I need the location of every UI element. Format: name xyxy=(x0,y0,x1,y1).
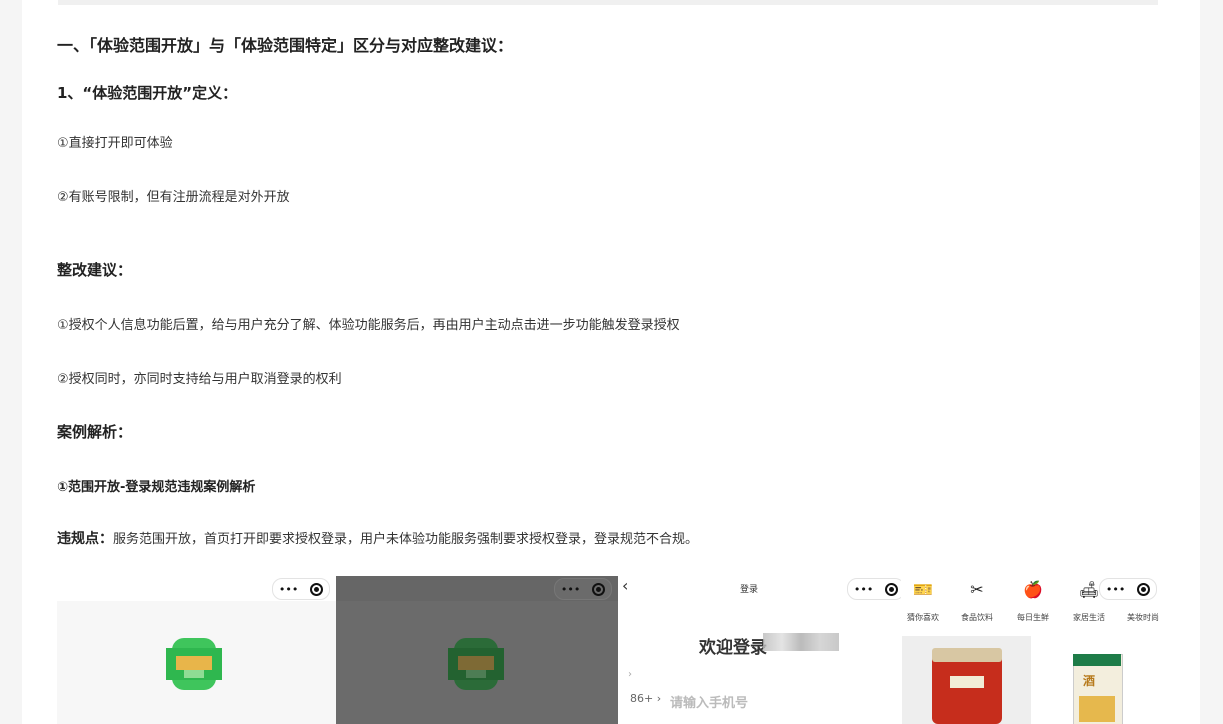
more-icon[interactable]: ••• xyxy=(1106,583,1125,596)
article-page: 一、「体验范围开放」与「体验范围特定」区分与对应整改建议： 1、“体验范围开放”… xyxy=(22,0,1200,724)
screen-splash: ••• xyxy=(57,576,336,724)
suggestion-item-1: ①授权个人信息功能后置，给与用户充分了解、体验功能服务后，再由用户主动点击进一步… xyxy=(57,318,680,333)
phone-input[interactable]: 请输入手机号 xyxy=(670,692,748,711)
more-icon[interactable]: ••• xyxy=(279,583,298,596)
screen-login: ‹ 登录 ••• 欢迎登录 › 86+ › 请输入手机号 xyxy=(618,576,901,724)
suggestion-heading: 整改建议： xyxy=(57,261,133,279)
violation-text: 服务范围开放，首页打开即要求授权登录，用户未体验功能服务强制要求授权登录，登录规… xyxy=(113,532,699,547)
miniapp-capsule[interactable]: ••• xyxy=(272,578,330,600)
close-target-icon[interactable] xyxy=(310,582,324,596)
bag-top-image xyxy=(1073,654,1121,666)
category-guess-you-like[interactable]: 🎫 猜你喜欢 xyxy=(901,580,951,623)
case-heading: 案例解析： xyxy=(57,423,133,441)
bag-content-image xyxy=(1079,696,1115,722)
example-screenshots: ••• ••• ‹ 登录 ••• 欢迎登录 › 86+ › 请输入手机号 🎫 猜… xyxy=(57,576,1159,724)
definition-item-2: ②有账号限制，但有注册流程是对外开放 xyxy=(57,190,290,205)
category-food-drink[interactable]: ✂ 食品饮料 xyxy=(949,580,1005,623)
jar-lid-image xyxy=(932,648,1002,662)
app-logo xyxy=(162,632,226,696)
close-target-icon[interactable] xyxy=(592,582,606,596)
bag-text: 酒 xyxy=(1083,674,1096,688)
close-target-icon[interactable] xyxy=(1137,582,1151,596)
login-title: 登录 xyxy=(740,585,759,595)
apple-icon: 🍎 xyxy=(1023,580,1043,599)
jar-label-image xyxy=(950,676,984,688)
definition-item-1: ①直接打开即可体验 xyxy=(57,136,173,151)
suggestion-item-2: ②授权同时，亦同时支持给与用户取消登录的权利 xyxy=(57,372,342,387)
utensils-icon: ✂ xyxy=(970,580,984,599)
top-divider xyxy=(58,0,1158,5)
section-heading: 一、「体验范围开放」与「体验范围特定」区分与对应整改建议： xyxy=(57,36,514,55)
country-code-selector[interactable]: 86+ › xyxy=(630,692,661,705)
blurred-app-name xyxy=(763,633,839,651)
app-logo-dimmed xyxy=(444,632,508,696)
chevron-right-icon: › xyxy=(628,669,632,680)
close-target-icon[interactable] xyxy=(885,582,899,596)
product-card-sauce[interactable] xyxy=(902,636,1031,724)
more-icon[interactable]: ••• xyxy=(561,583,580,596)
back-icon[interactable]: ‹ xyxy=(622,576,628,595)
definition-heading: 1、“体验范围开放”定义： xyxy=(57,84,238,102)
welcome-text: 欢迎登录 xyxy=(699,638,767,658)
screen-splash-dimmed: ••• xyxy=(336,576,618,724)
more-icon[interactable]: ••• xyxy=(854,583,873,596)
product-card-snack[interactable]: 酒 xyxy=(1039,636,1159,724)
jar-image xyxy=(932,652,1002,724)
miniapp-capsule[interactable]: ••• xyxy=(554,578,612,600)
category-fresh[interactable]: 🍎 每日生鲜 xyxy=(1005,580,1061,623)
miniapp-capsule[interactable]: ••• xyxy=(847,578,901,600)
ticket-icon: 🎫 xyxy=(913,580,933,599)
violation-paragraph: 违规点：服务范围开放，首页打开即要求授权登录，用户未体验功能服务强制要求授权登录… xyxy=(57,528,698,548)
miniapp-capsule[interactable]: ••• xyxy=(1099,578,1157,600)
violation-label: 违规点： xyxy=(57,531,113,547)
sofa-icon: 🛋 xyxy=(1079,580,1100,599)
case-subheading: ①范围开放-登录规范违规案例解析 xyxy=(57,480,256,495)
screen-home: 🎫 猜你喜欢 ✂ 食品饮料 🍎 每日生鲜 🛋 家居生活 💄 美妆时尚 ••• xyxy=(901,576,1159,724)
